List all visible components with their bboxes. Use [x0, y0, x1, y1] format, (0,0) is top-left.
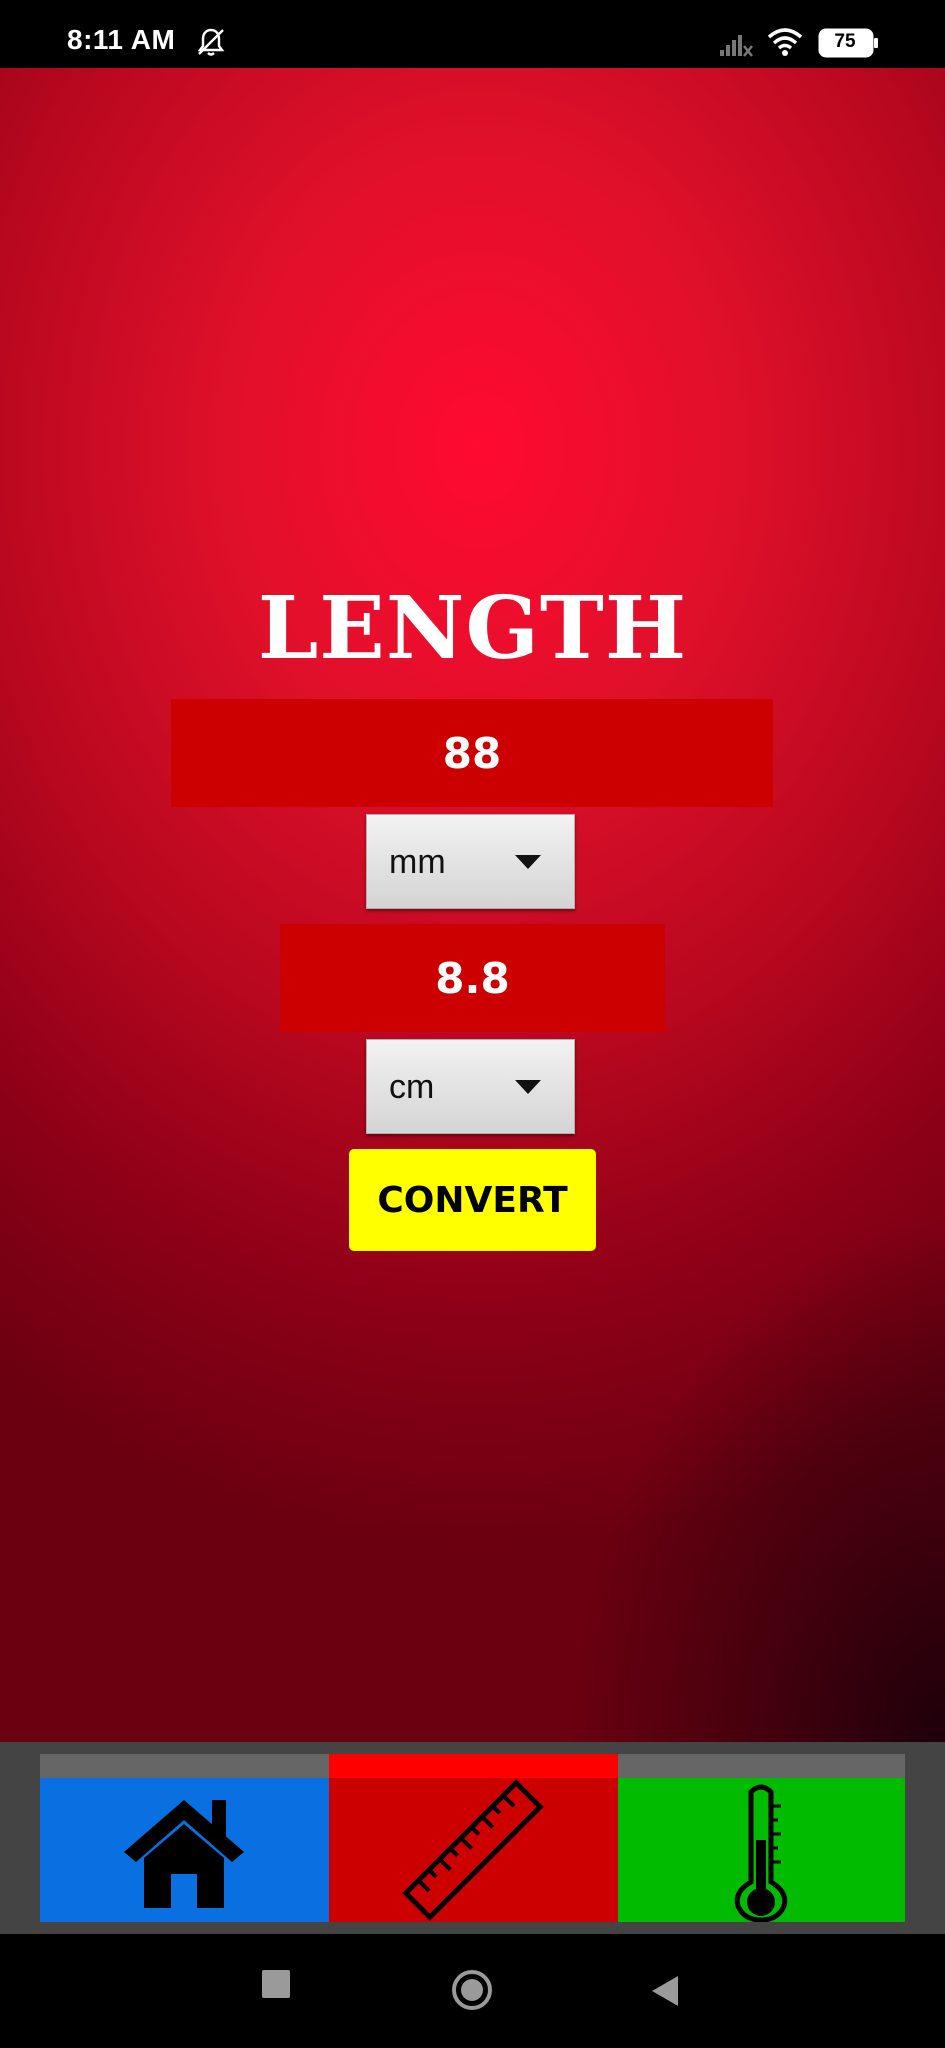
from-unit-dropdown[interactable]: mm: [366, 814, 575, 909]
output-value-field[interactable]: 8.8: [280, 924, 665, 1032]
page-title: LENGTH: [257, 578, 688, 679]
thermometer-icon: [734, 1784, 788, 1922]
dropdown-arrow-icon: [515, 855, 541, 869]
tab-temperature-background: [618, 1778, 905, 1922]
tab-indicator-active: [329, 1754, 618, 1778]
status-time: 8:11 AM: [67, 24, 176, 55]
signal-icon: [720, 35, 753, 57]
tab-home[interactable]: [40, 1754, 329, 1922]
notifications-off-icon: [197, 28, 225, 56]
input-value-field[interactable]: 88: [171, 699, 773, 807]
home-icon: [124, 1800, 244, 1908]
wifi-icon: [767, 28, 803, 56]
tab-indicator: [40, 1754, 329, 1778]
to-unit-dropdown[interactable]: cm: [366, 1039, 575, 1134]
back-button[interactable]: [648, 1974, 680, 2008]
battery-level: 75: [834, 31, 856, 52]
recents-button[interactable]: [262, 1970, 290, 1998]
bottom-nav: [0, 1742, 945, 1934]
from-unit-label: mm: [389, 843, 446, 881]
system-nav-bar: [0, 1934, 945, 2048]
main-screen: LENGTH 88 mm 8.8 cm CONVERT: [0, 68, 945, 1742]
system-home-button[interactable]: [450, 1968, 494, 2012]
ruler-icon: [402, 1779, 544, 1921]
tab-length-background: [329, 1778, 618, 1922]
tab-indicator: [618, 1754, 905, 1778]
status-bar: 8:11 AM 75: [0, 0, 945, 68]
dropdown-arrow-icon: [515, 1080, 541, 1094]
tab-length[interactable]: [329, 1754, 618, 1922]
tab-home-background: [40, 1778, 329, 1922]
convert-button[interactable]: CONVERT: [349, 1149, 596, 1251]
to-unit-label: cm: [389, 1068, 435, 1106]
tab-temperature[interactable]: [618, 1754, 905, 1922]
